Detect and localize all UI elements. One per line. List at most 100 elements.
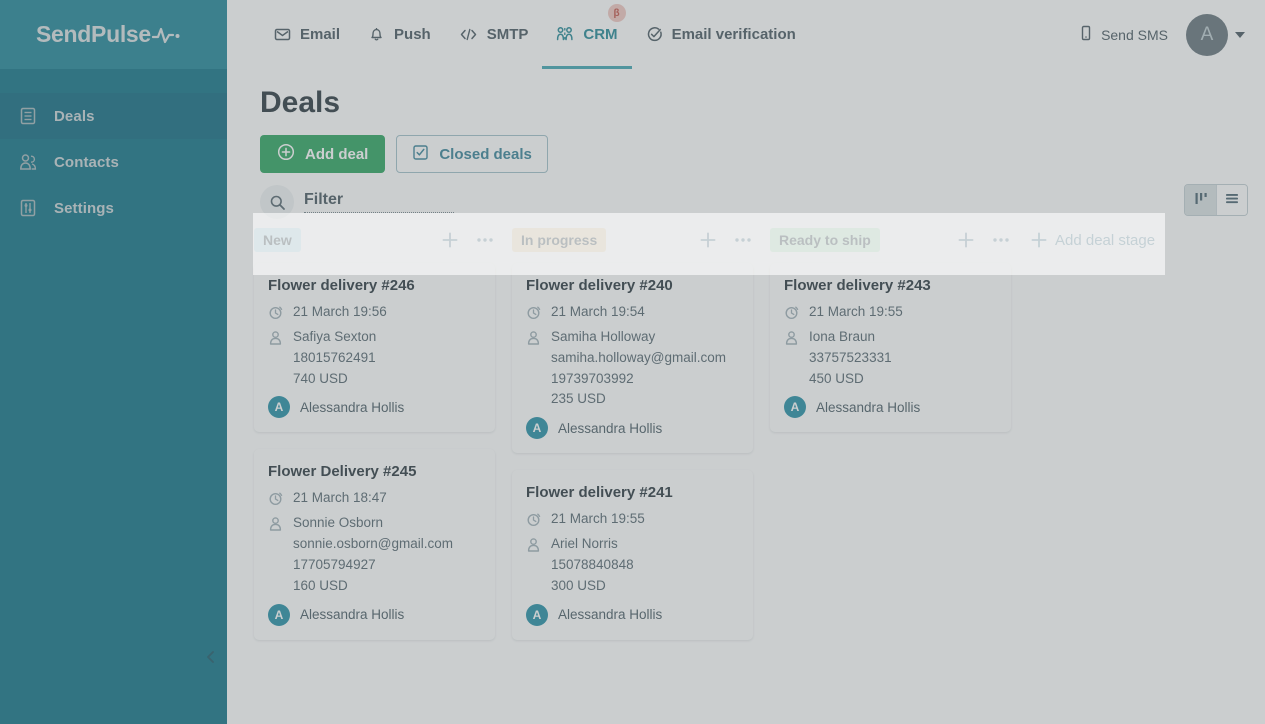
- deal-card-owner: AAlessandra Hollis: [526, 417, 737, 439]
- column-actions: [441, 231, 494, 249]
- sliders-icon: [18, 198, 38, 218]
- stage-options-button[interactable]: [992, 232, 1010, 248]
- nav-item-label: SMTP: [487, 26, 529, 43]
- main-content: Deals Add deal: [227, 69, 1265, 724]
- deal-card[interactable]: Flower delivery #24621 March 19:56Safiya…: [254, 263, 495, 432]
- closed-deals-label: Closed deals: [439, 146, 532, 163]
- brand-logo[interactable]: SendPulse: [0, 0, 227, 69]
- deal-card-contact-line: 19739703992: [551, 370, 726, 388]
- column-header: In progress: [512, 217, 770, 263]
- code-icon: [459, 26, 478, 43]
- deal-card[interactable]: Flower delivery #240 21 March 19:54 Samiha…: [512, 263, 753, 453]
- deal-card-contact-line: Iona Braun: [809, 328, 892, 346]
- owner-avatar: A: [784, 396, 806, 418]
- deal-card-date: 21 March 19:56: [293, 303, 387, 321]
- board-column: New Flower delivery #24621 March 19:56Saf…: [254, 217, 512, 724]
- owner-name: Alessandra Hollis: [300, 400, 404, 415]
- sidebar-item-label: Settings: [54, 200, 114, 217]
- deal-card-contact-line: Sonnie Osborn: [293, 514, 453, 532]
- deal-card[interactable]: Flower Delivery #24521 March 18:47Sonnie…: [254, 449, 495, 639]
- add-deal-to-stage-button[interactable]: [957, 231, 975, 249]
- top-header: Email Push: [227, 0, 1265, 69]
- deal-card-owner: AAlessandra Hollis: [268, 604, 479, 626]
- deal-card-contact-line: 15078840848: [551, 556, 634, 574]
- deal-card-contact-line: 235 USD: [551, 390, 726, 408]
- board-column: In progress Flower delivery #240 21 March …: [512, 217, 770, 724]
- list-lines-icon: [1224, 191, 1240, 209]
- owner-name: Alessandra Hollis: [558, 421, 662, 436]
- nav-item-email-verification[interactable]: Email verification: [632, 0, 810, 69]
- owner-name: Alessandra Hollis: [816, 400, 920, 415]
- deal-card-contact-row: Sonnie Osbornsonnie.osborn@gmail.com1770…: [268, 514, 479, 594]
- plus-circle-icon: [277, 143, 295, 165]
- deal-card-date: 21 March 19:54: [551, 303, 645, 321]
- add-deal-stage-button[interactable]: Add deal stage: [1028, 217, 1155, 263]
- nav-item-smtp[interactable]: SMTP: [445, 0, 543, 69]
- filter-input[interactable]: [304, 191, 454, 213]
- sidebar-item-deals[interactable]: Deals: [0, 93, 227, 139]
- plus-icon: [1030, 231, 1048, 249]
- board-column: Ready to ship Flower delivery #243 21 Marc…: [770, 217, 1028, 724]
- deal-card[interactable]: Flower delivery #243 21 March 19:55 Iona B…: [770, 263, 1011, 432]
- board-view-button[interactable]: [1185, 185, 1216, 215]
- stage-name-chip[interactable]: New: [254, 228, 301, 252]
- sidebar-item-label: Contacts: [54, 154, 119, 171]
- plus-icon: [699, 231, 717, 249]
- column-actions: [957, 231, 1010, 249]
- deal-card-date: 21 March 19:55: [551, 510, 645, 528]
- beta-badge: β: [608, 4, 626, 22]
- user-menu[interactable]: A: [1186, 14, 1245, 56]
- stage-options-button[interactable]: [476, 232, 494, 248]
- users-icon: [18, 152, 38, 172]
- avatar: A: [1186, 14, 1228, 56]
- deal-card-contact-line: Safiya Sexton: [293, 328, 376, 346]
- pulse-wave-icon: [152, 26, 182, 44]
- deal-card-date-row: 21 March 19:55: [784, 303, 995, 321]
- add-deal-to-stage-button[interactable]: [441, 231, 459, 249]
- nav-item-label: Push: [394, 26, 431, 43]
- stage-name-chip[interactable]: Ready to ship: [770, 228, 880, 252]
- page-title: Deals: [260, 86, 340, 120]
- sidebar-collapse-button[interactable]: [0, 644, 227, 674]
- header-right-group: Send SMS A: [1079, 14, 1265, 56]
- sidebar-item-contacts[interactable]: Contacts: [0, 139, 227, 185]
- owner-avatar: A: [526, 604, 548, 626]
- deal-card-contact-row: Iona Braun33757523331450 USD: [784, 328, 995, 387]
- mobile-phone-icon: [1079, 25, 1093, 44]
- deal-card[interactable]: Flower delivery #24121 March 19:55Ariel …: [512, 470, 753, 639]
- deal-card-contact-line: 300 USD: [551, 577, 634, 595]
- add-deal-button[interactable]: Add deal: [260, 135, 385, 173]
- deal-card-owner: A Alessandra Hollis: [784, 396, 995, 418]
- clock-icon: [526, 512, 541, 528]
- clock-icon: [784, 305, 799, 321]
- deal-card-title: Flower delivery #243: [784, 277, 995, 294]
- main-nav: Email Push: [260, 0, 810, 69]
- nav-item-push[interactable]: Push: [354, 0, 445, 69]
- deal-card-contact-line: 17705794927: [293, 556, 453, 574]
- deals-board: New Flower delivery #24621 March 19:56Saf…: [241, 217, 1265, 724]
- deal-card-contact-line: Samiha Holloway: [551, 328, 726, 346]
- sidebar-item-settings[interactable]: Settings: [0, 185, 227, 231]
- nav-item-email[interactable]: Email: [260, 0, 354, 69]
- person-icon: [526, 537, 541, 594]
- chevron-down-icon: [1235, 32, 1245, 38]
- deal-card-title: Flower delivery #240: [526, 277, 737, 294]
- owner-avatar: A: [268, 604, 290, 626]
- plus-icon: [441, 231, 459, 249]
- clock-icon: [268, 491, 283, 507]
- search-icon[interactable]: [260, 185, 294, 219]
- list-view-button[interactable]: [1216, 185, 1247, 215]
- send-sms-button[interactable]: Send SMS: [1079, 25, 1168, 44]
- stage-options-button[interactable]: [734, 232, 752, 248]
- nav-item-crm[interactable]: β CRM: [542, 0, 631, 69]
- person-icon: [268, 330, 283, 387]
- deal-card-date-row: 21 March 19:56: [268, 303, 479, 321]
- deal-card-date-row: 21 March 19:55: [526, 510, 737, 528]
- add-deal-to-stage-button[interactable]: [699, 231, 717, 249]
- stage-name-chip[interactable]: In progress: [512, 228, 606, 252]
- closed-deals-button[interactable]: Closed deals: [396, 135, 548, 173]
- person-icon: [268, 516, 283, 594]
- check-circle-icon: [646, 26, 663, 43]
- sidebar-spacer: [0, 69, 227, 93]
- add-deal-stage-label: Add deal stage: [1055, 232, 1155, 249]
